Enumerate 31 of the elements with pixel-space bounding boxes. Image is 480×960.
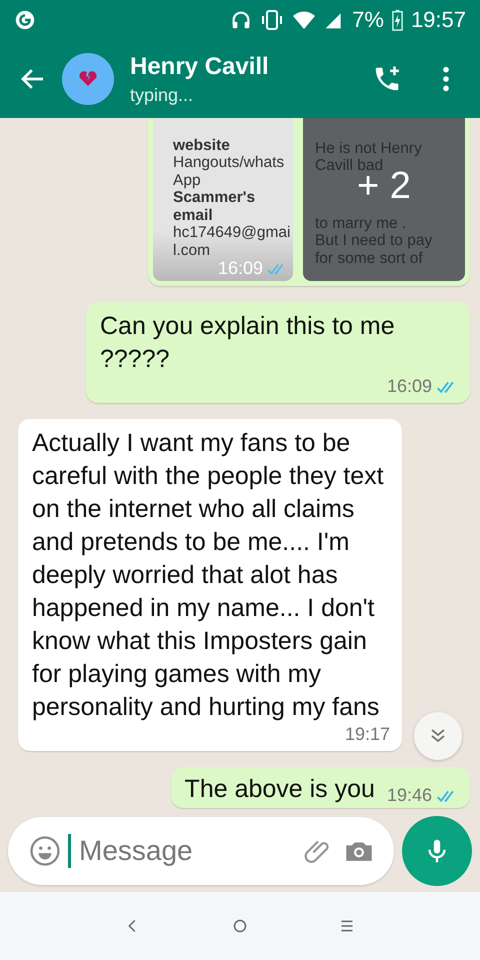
presence-status: typing... [130,84,194,106]
emoji-icon[interactable] [28,834,62,868]
sent-message-bubble[interactable]: Can you explain this to me ????? 16:09 [86,302,470,403]
scroll-down-button[interactable] [414,712,462,760]
message-input-field[interactable]: Message [77,834,296,868]
vibrate-icon [260,8,284,32]
menu-icon[interactable] [442,65,450,93]
message-text: Can you explain this to me ????? [100,311,396,375]
sent-message-bubble[interactable]: The above is you 19:46 [170,767,470,808]
message-field[interactable]: Message [8,817,394,885]
message-text: The above is you [184,774,375,805]
battery-charging-icon [392,9,403,31]
contact-name[interactable]: Henry Cavill [130,52,358,80]
screenshot-text: email [173,206,213,224]
screenshot-text: hc174649@gmai [173,224,290,242]
screenshot-text: website [173,136,230,154]
message-text: Actually I want my fans to be careful with the people they text on the internet who all claims and pretends to be me.... I'm deeply worried that alot has happened in my name... I don't know what this Imposters gain for playing games with my personality and hurting my fans [32,428,385,723]
screenshot-text: l.com [173,242,210,259]
screenshot-text: Hangouts/whats [173,154,284,172]
headphones-icon [230,9,252,31]
message-time: 19:46 [386,785,432,806]
message-time: 19:17 [344,724,390,745]
screenshot-text: Scammer's [173,189,256,206]
clock: 19:57 [410,7,466,33]
message-time: 16:09 [218,258,263,279]
screenshot-text: App [173,172,201,189]
received-message-bubble[interactable] [18,419,402,751]
app-notification-icon [14,9,36,31]
screenshot-thumbnail[interactable]: website Hangouts/whats App Scammer's email hc174649@gmai l.com 16:09 [153,118,293,281]
message-time: 16:09 [386,376,432,397]
battery-percent: 7% [352,7,384,33]
